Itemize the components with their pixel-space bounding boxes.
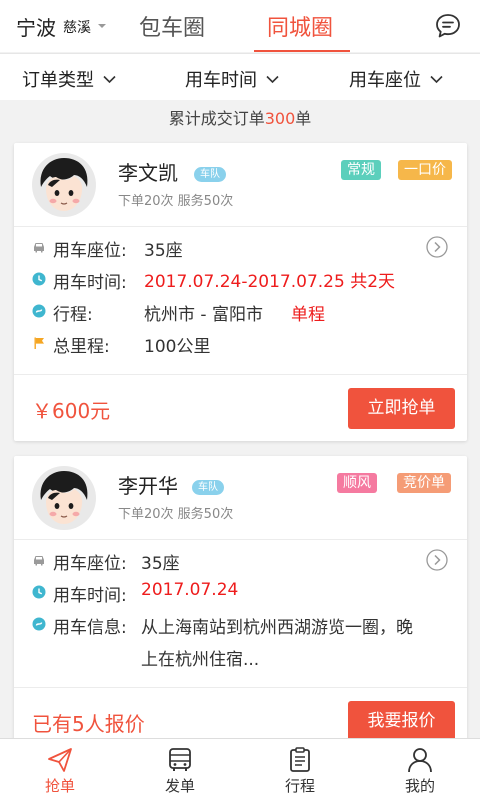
team-badge: 车队 <box>192 480 224 495</box>
make-bid-button[interactable]: 我要报价 <box>348 701 455 742</box>
grab-order-button[interactable]: 立即抢单 <box>348 388 455 429</box>
time-value: 2017.07.24-2017.07.25 共2天 <box>144 272 396 292</box>
nav-itinerary[interactable]: 行程 <box>240 739 360 801</box>
caret-down-icon[interactable] <box>98 24 106 28</box>
time-label: 用车时间: <box>53 586 127 606</box>
filter-use-time[interactable]: 用车时间 <box>185 66 279 92</box>
order-type-tag: 常规 <box>341 160 381 180</box>
top-header: 宁波 慈溪 包车圈 同城圈 <box>0 0 480 52</box>
tab-city-circle[interactable]: 同城圈 <box>267 10 333 42</box>
nav-label: 抢单 <box>44 777 75 795</box>
flag-icon <box>34 337 44 349</box>
customer-name: 李文凯 <box>118 161 178 185</box>
filter-seats[interactable]: 用车座位 <box>349 66 443 92</box>
nav-label: 我的 <box>404 777 435 795</box>
bus-icon <box>169 748 191 771</box>
time-value: 2017.07.24 <box>141 580 239 600</box>
filter-label: 用车座位 <box>349 70 421 91</box>
chevron-down-icon <box>266 75 279 83</box>
seats-value: 35座 <box>141 554 180 574</box>
chevron-down-icon <box>103 75 116 83</box>
chevron-down-icon <box>430 75 443 83</box>
route-icon <box>32 304 46 318</box>
tab-charter-circle[interactable]: 包车圈 <box>139 10 205 42</box>
avatar[interactable] <box>32 466 96 530</box>
chat-bubble-icon[interactable] <box>435 13 461 39</box>
order-type-tag: 顺风 <box>337 473 377 493</box>
city-selector[interactable]: 宁波 <box>16 12 56 41</box>
chevron-right-circle-icon[interactable] <box>426 236 448 258</box>
divider <box>14 226 467 227</box>
nav-profile[interactable]: 我的 <box>360 739 480 801</box>
filter-label: 用车时间 <box>185 70 257 91</box>
trip-info-line1: 从上海南站到杭州西湖游览一圈，晚 <box>141 618 413 638</box>
team-badge: 车队 <box>194 167 226 182</box>
bid-count: 已有5人报价 <box>32 712 145 736</box>
seats-value: 35座 <box>144 241 183 261</box>
order-card[interactable]: 李开华 车队 下单20次 服务50次 顺风 竞价单 用车座位: 35座 用车时间… <box>14 456 467 746</box>
summary-suffix: 单 <box>295 109 312 128</box>
time-label: 用车时间: <box>53 273 127 293</box>
summary-prefix: 累计成交订单 <box>168 109 265 128</box>
seats-label: 用车座位: <box>53 241 127 261</box>
distance-value: 100公里 <box>144 337 211 357</box>
filter-label: 订单类型 <box>22 70 94 91</box>
chevron-right-circle-icon[interactable] <box>426 549 448 571</box>
district-selector[interactable]: 慈溪 <box>63 17 91 37</box>
order-stats: 下单20次 服务50次 <box>118 194 234 209</box>
nav-post-order[interactable]: 发单 <box>120 739 240 801</box>
route-label: 行程: <box>53 305 93 325</box>
route-icon <box>32 617 46 631</box>
car-icon <box>34 556 44 566</box>
filter-bar: 订单类型 用车时间 用车座位 <box>0 53 480 100</box>
bottom-nav: 抢单 发单 行程 我的 <box>0 738 480 801</box>
summary-count: 300 <box>264 109 296 128</box>
divider <box>14 374 467 375</box>
clock-icon <box>32 585 46 599</box>
order-price: ￥600元 <box>32 399 111 423</box>
trip-info-label: 用车信息: <box>53 618 127 638</box>
route-value: 杭州市 - 富阳市 <box>144 305 263 325</box>
customer-name: 李开华 <box>118 474 178 498</box>
active-tab-indicator <box>254 50 350 52</box>
person-icon <box>408 748 432 773</box>
trip-info-line2: 上在杭州住宿... <box>141 650 260 670</box>
seats-label: 用车座位: <box>53 554 127 574</box>
clock-icon <box>32 272 46 286</box>
price-type-tag: 竞价单 <box>397 473 451 493</box>
divider <box>14 539 467 540</box>
nav-grab-orders[interactable]: 抢单 <box>0 739 120 801</box>
deal-summary: 累计成交订单300单 <box>0 100 480 138</box>
filter-order-type[interactable]: 订单类型 <box>22 66 116 92</box>
distance-label: 总里程: <box>53 337 110 357</box>
trip-type: 单程 <box>291 305 325 325</box>
nav-label: 行程 <box>284 777 315 795</box>
divider <box>14 687 467 688</box>
price-type-tag: 一口价 <box>398 160 452 180</box>
nav-label: 发单 <box>164 777 195 795</box>
order-card[interactable]: 李文凯 车队 下单20次 服务50次 常规 一口价 用车座位: 35座 用车时间… <box>14 143 467 441</box>
clipboard-icon <box>290 747 310 772</box>
car-icon <box>34 243 44 253</box>
order-stats: 下单20次 服务50次 <box>118 507 234 522</box>
paper-plane-icon <box>48 748 72 772</box>
avatar[interactable] <box>32 153 96 217</box>
